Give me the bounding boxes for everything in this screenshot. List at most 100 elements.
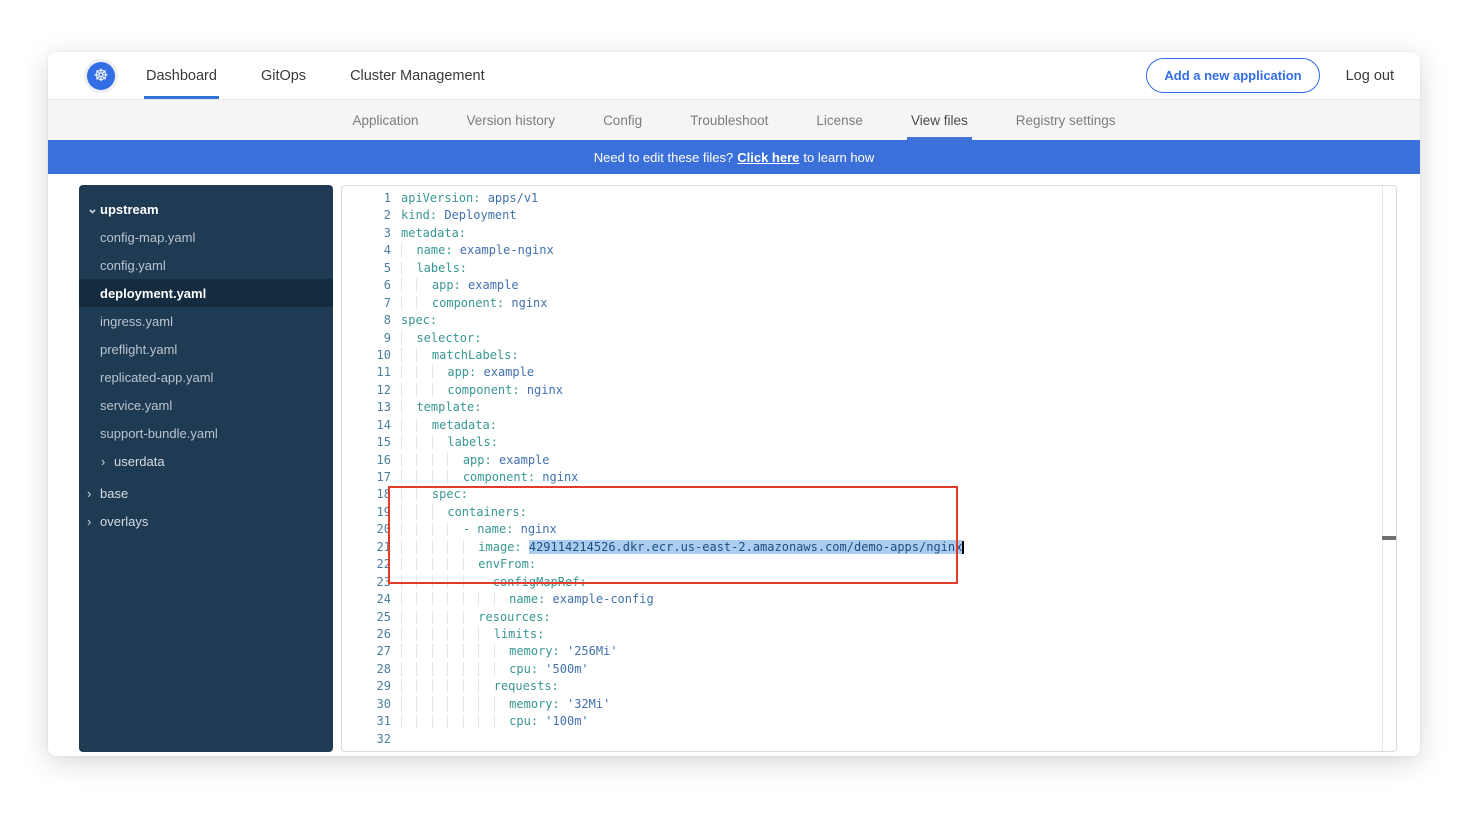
indent-guide: [416, 296, 431, 310]
tab-license[interactable]: License: [816, 100, 863, 140]
indent-guide: [416, 662, 431, 676]
code-line[interactable]: 17 component: nginx: [342, 469, 1396, 486]
line-number: 6: [342, 277, 391, 294]
code-line[interactable]: 29 requests:: [342, 678, 1396, 695]
nav-item-dashboard[interactable]: Dashboard: [146, 52, 217, 99]
indent-guide: [416, 348, 431, 362]
indent-guide: [416, 453, 431, 467]
code-line-text: app: example: [401, 277, 519, 294]
code-line[interactable]: 6 app: example: [342, 277, 1396, 294]
code-line-text: image: 429114214526.dkr.ecr.us-east-2.am…: [401, 539, 964, 556]
code-line[interactable]: 16 app: example: [342, 452, 1396, 469]
code-line-text: labels:: [401, 260, 467, 277]
indent-guide: [463, 644, 478, 658]
indent-guide: [416, 575, 431, 589]
indent-guide: [447, 540, 462, 554]
add-new-application-button[interactable]: Add a new application: [1146, 58, 1319, 93]
sidebar-item-ingress-yaml[interactable]: ingress.yaml: [79, 307, 333, 335]
indent-guide: [447, 453, 462, 467]
sidebar-item-support-bundle-yaml[interactable]: support-bundle.yaml: [79, 419, 333, 447]
indent-guide: [416, 487, 431, 501]
code-line-text: selector:: [401, 330, 481, 347]
indent-guide: [401, 505, 416, 519]
code-line[interactable]: 12 component: nginx: [342, 382, 1396, 399]
nav-item-gitops[interactable]: GitOps: [261, 52, 306, 99]
indent-guide: [463, 697, 478, 711]
indent-guide: [432, 714, 447, 728]
code-line[interactable]: 23 - configMapRef:: [342, 574, 1396, 591]
tab-version-history[interactable]: Version history: [467, 100, 556, 140]
line-number: 13: [342, 399, 391, 416]
nav-item-cluster-management[interactable]: Cluster Management: [350, 52, 485, 99]
indent-guide: [401, 365, 416, 379]
indent-guide: [401, 540, 416, 554]
sidebar-item-upstream[interactable]: ⌄upstream: [79, 195, 333, 223]
indent-guide: [401, 610, 416, 624]
editor-scroll-indicator[interactable]: [1382, 536, 1396, 540]
code-line[interactable]: 14 metadata:: [342, 417, 1396, 434]
indent-guide: [416, 278, 431, 292]
code-line[interactable]: 24 name: example-config: [342, 591, 1396, 608]
sidebar-item-replicated-app-yaml[interactable]: replicated-app.yaml: [79, 363, 333, 391]
code-line[interactable]: 30 memory: '32Mi': [342, 696, 1396, 713]
code-line[interactable]: 10 matchLabels:: [342, 347, 1396, 364]
sidebar-item-userdata[interactable]: ›userdata: [79, 447, 333, 475]
sidebar-item-label: service.yaml: [100, 398, 172, 413]
click-here-link[interactable]: Click here: [737, 150, 799, 165]
code-line[interactable]: 8spec:: [342, 312, 1396, 329]
log-out-link[interactable]: Log out: [1346, 68, 1394, 84]
code-line[interactable]: 9 selector:: [342, 330, 1396, 347]
code-line[interactable]: 5 labels:: [342, 260, 1396, 277]
code-line[interactable]: 28 cpu: '500m': [342, 661, 1396, 678]
code-line[interactable]: 1apiVersion: apps/v1: [342, 190, 1396, 207]
code-line[interactable]: 32: [342, 731, 1396, 748]
code-line[interactable]: 4 name: example-nginx: [342, 242, 1396, 259]
tab-registry-settings[interactable]: Registry settings: [1016, 100, 1116, 140]
indent-guide: [416, 592, 431, 606]
indent-guide: [401, 522, 416, 536]
indent-guide: [401, 331, 416, 345]
code-line-text: metadata:: [401, 417, 497, 434]
indent-guide: [432, 697, 447, 711]
sidebar-item-overlays[interactable]: ›overlays: [79, 507, 333, 535]
code-line[interactable]: 13 template:: [342, 399, 1396, 416]
code-line[interactable]: 11 app: example: [342, 364, 1396, 381]
code-line[interactable]: 15 labels:: [342, 434, 1396, 451]
indent-guide: [416, 714, 431, 728]
code-line[interactable]: 7 component: nginx: [342, 295, 1396, 312]
indent-guide: [416, 365, 431, 379]
code-line[interactable]: 31 cpu: '100m': [342, 713, 1396, 730]
sidebar-item-preflight-yaml[interactable]: preflight.yaml: [79, 335, 333, 363]
tab-troubleshoot[interactable]: Troubleshoot: [690, 100, 768, 140]
code-line[interactable]: 3metadata:: [342, 225, 1396, 242]
indent-guide: [401, 383, 416, 397]
code-editor[interactable]: 1apiVersion: apps/v12kind: Deployment3me…: [341, 185, 1397, 752]
tab-view-files[interactable]: View files: [911, 100, 968, 140]
code-line[interactable]: 26 limits:: [342, 626, 1396, 643]
code-line[interactable]: 27 memory: '256Mi': [342, 643, 1396, 660]
indent-guide: [432, 557, 447, 571]
code-line[interactable]: 22 envFrom:: [342, 556, 1396, 573]
indent-guide: [463, 610, 478, 624]
indent-guide: [432, 644, 447, 658]
indent-guide: [401, 348, 416, 362]
code-line[interactable]: 25 resources:: [342, 609, 1396, 626]
sidebar-item-config-yaml[interactable]: config.yaml: [79, 251, 333, 279]
code-line[interactable]: 21 image: 429114214526.dkr.ecr.us-east-2…: [342, 539, 1396, 556]
code-line[interactable]: 18 spec:: [342, 486, 1396, 503]
code-line[interactable]: 20 - name: nginx: [342, 521, 1396, 538]
indent-guide: [478, 644, 493, 658]
sidebar-item-label: overlays: [100, 514, 148, 529]
kubernetes-wheel-glyph: ☸: [87, 62, 115, 90]
sidebar-item-config-map-yaml[interactable]: config-map.yaml: [79, 223, 333, 251]
indent-guide: [416, 697, 431, 711]
code-line[interactable]: 2kind: Deployment: [342, 207, 1396, 224]
indent-guide: [416, 679, 431, 693]
sidebar-item-deployment-yaml[interactable]: deployment.yaml: [79, 279, 333, 307]
tab-config[interactable]: Config: [603, 100, 642, 140]
sidebar-item-service-yaml[interactable]: service.yaml: [79, 391, 333, 419]
sidebar-item-base[interactable]: ›base: [79, 479, 333, 507]
code-line[interactable]: 19 containers:: [342, 504, 1396, 521]
indent-guide: [494, 592, 509, 606]
tab-application[interactable]: Application: [352, 100, 418, 140]
